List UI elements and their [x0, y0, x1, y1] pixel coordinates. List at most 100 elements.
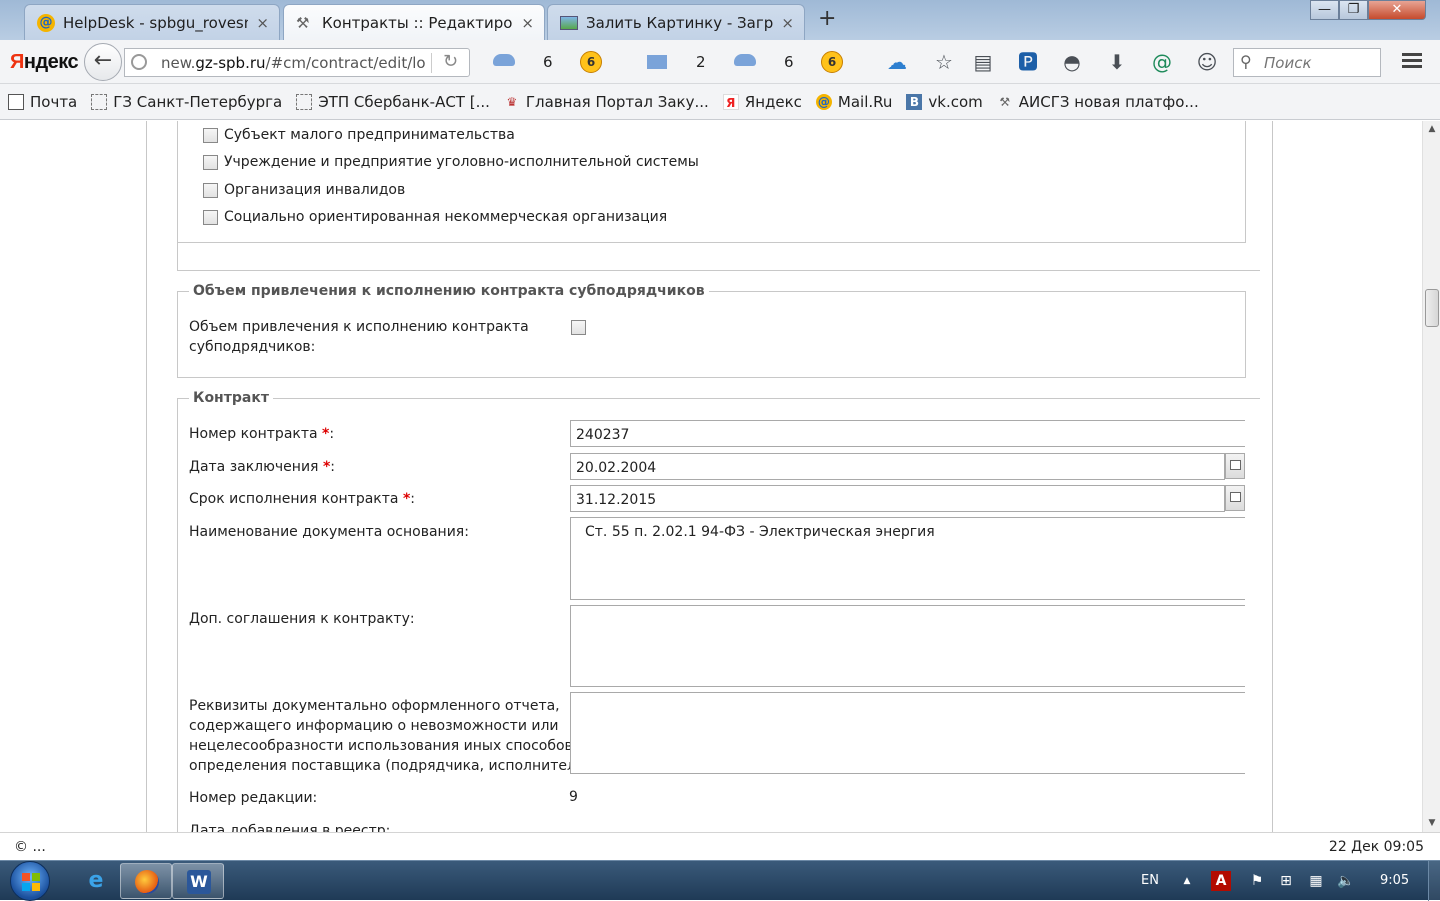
mailru-agent-icon[interactable]: @ [1150, 50, 1174, 74]
envelope-icon [8, 93, 24, 110]
network-icon[interactable]: ▦ [1306, 871, 1326, 891]
yandex-logo[interactable]: Яндекс [10, 51, 79, 74]
back-button[interactable]: ← [84, 43, 122, 81]
reload-icon[interactable]: ↻ [443, 51, 458, 72]
tab-close-icon[interactable]: × [781, 14, 794, 32]
star-icon[interactable]: ☆ [932, 50, 956, 74]
contract-number-input[interactable]: 240237 [570, 420, 1245, 447]
navigation-toolbar: Яндекс ← new.gz-spb.ru/#cm/contract/edit… [0, 40, 1440, 84]
tab-label: Залить Картинку - Загруз... [586, 13, 774, 32]
acrobat-icon[interactable]: A [1211, 871, 1231, 891]
report-details-label: Реквизиты документально оформленного отч… [189, 698, 595, 774]
contract-legend: Контракт [189, 390, 273, 406]
windows-taskbar: e W EN ▲ A ⚑ ⊞ ▦ 🔈 9:05 [0, 860, 1440, 901]
execution-term-label: Срок исполнения контракта *: [189, 491, 415, 507]
tab-label: Контракты :: Редактирова... [322, 13, 513, 32]
bookmark-vk[interactable]: Bvk.com [906, 92, 983, 111]
maximize-button[interactable]: ❐ [1339, 0, 1368, 20]
hamburger-menu-icon[interactable] [1400, 50, 1424, 74]
smiley-icon[interactable]: ☺ [1195, 50, 1219, 74]
start-button[interactable] [10, 861, 50, 901]
registry-date-label: Дата добавления в реестр: [189, 823, 391, 832]
basis-document-label: Наименование документа основания: [189, 524, 469, 540]
tab-contracts[interactable]: ⚒ Контракты :: Редактирова... × [283, 4, 545, 40]
p-extension-icon[interactable]: 🅿 [1016, 50, 1040, 74]
tab-strip: @ HelpDesk - spbgu_rovesnik... × ⚒ Контр… [0, 0, 1440, 40]
bookmark-aisgz[interactable]: ⚒ АИСГЗ новая платфо... [997, 93, 1198, 111]
vertical-scrollbar[interactable]: ▲ ▼ [1422, 121, 1440, 832]
tab-upload-image[interactable]: Залить Картинку - Загруз... × [547, 4, 805, 40]
taskbar-word[interactable]: W [172, 863, 224, 899]
bookmark-mailru[interactable]: @ Mail.Ru [815, 93, 892, 111]
image-icon [560, 15, 578, 30]
execution-term-input[interactable]: 31.12.2015 [570, 485, 1225, 512]
tab-label: HelpDesk - spbgu_rovesnik... [63, 13, 248, 32]
bookmark-label: vk.com [928, 92, 983, 111]
bookmark-gz-spb[interactable]: ГЗ Санкт-Петербурга [91, 93, 282, 111]
weather-icon[interactable]: ☁ [885, 50, 909, 74]
bookmark-yandex[interactable]: Я Яндекс [722, 92, 802, 111]
bookmark-label: ГЗ Санкт-Петербурга [113, 92, 283, 111]
addendum-label: Доп. соглашения к контракту: [189, 611, 415, 627]
taskbar-ie[interactable]: e [70, 863, 122, 899]
addendum-textarea[interactable] [570, 605, 1245, 687]
windows-flag-icon[interactable]: ⊞ [1276, 871, 1296, 891]
tray-expand-icon[interactable]: ▲ [1177, 871, 1197, 891]
search-box[interactable]: ⚲ [1233, 48, 1381, 77]
scroll-down-icon[interactable]: ▼ [1423, 815, 1440, 831]
calendar-icon[interactable] [1225, 485, 1245, 511]
volume-icon[interactable]: 🔈 [1336, 871, 1356, 891]
page-icon [296, 93, 313, 110]
cloud-icon[interactable] [493, 54, 515, 66]
yandex-icon: Я [722, 93, 739, 110]
vk-icon: B [906, 93, 923, 110]
conclusion-date-input[interactable]: 20.02.2004 [570, 453, 1225, 480]
contract-number-label: Номер контракта *: [189, 426, 335, 442]
globe-icon [131, 54, 147, 70]
report-details-textarea[interactable] [570, 692, 1245, 774]
close-window-button[interactable]: ✕ [1368, 0, 1426, 20]
bookmark-sberbank-ast[interactable]: ЭТП Сбербанк-АСТ [... [296, 93, 490, 111]
tab-helpdesk[interactable]: @ HelpDesk - spbgu_rovesnik... × [24, 4, 280, 40]
mail-icon[interactable] [647, 55, 667, 69]
cloud-count: 6 [784, 53, 794, 71]
cloud-icon[interactable] [734, 54, 756, 66]
search-input[interactable] [1262, 53, 1372, 73]
mailru-icon: @ [37, 13, 55, 32]
subcontract-label: Объем привлечения к исполнению контракта… [189, 319, 529, 355]
back-arrow-icon: ← [93, 48, 113, 73]
pocket-icon[interactable]: ◓ [1060, 50, 1084, 74]
address-bar[interactable]: new.gz-spb.ru/#cm/contract/edit/lo ↻ [124, 48, 470, 77]
action-center-icon[interactable]: ⚑ [1247, 871, 1267, 891]
calendar-icon[interactable] [1225, 453, 1245, 479]
url-text: new.gz-spb.ru/#cm/contract/edit/lo [161, 54, 426, 72]
show-desktop-button[interactable] [1428, 861, 1440, 901]
reading-list-icon[interactable]: ▤ [971, 50, 995, 74]
coin-icon[interactable]: 6 [580, 51, 602, 73]
outer-fieldset [177, 121, 1260, 271]
download-icon[interactable]: ⬇ [1105, 50, 1129, 74]
bookmarks-bar: Почта ГЗ Санкт-Петербурга ЭТП Сбербанк-А… [0, 84, 1440, 120]
word-icon: W [187, 870, 211, 894]
minimize-button[interactable]: — [1310, 0, 1339, 20]
window-controls: — ❐ ✕ [1310, 0, 1426, 22]
scrollbar-thumb[interactable] [1425, 289, 1439, 327]
language-indicator[interactable]: EN [1141, 873, 1159, 888]
contract-edit-form: Субъект малого предпринимательства Учреж… [146, 121, 1273, 832]
scroll-up-icon[interactable]: ▲ [1423, 121, 1440, 137]
subcontract-legend: Объем привлечения к исполнению контракта… [189, 283, 709, 299]
new-tab-button[interactable]: + [818, 6, 836, 31]
basis-document-textarea[interactable]: Ст. 55 п. 2.02.1 94-ФЗ - Электрическая э… [570, 517, 1245, 600]
clock[interactable]: 9:05 [1380, 873, 1409, 888]
status-datetime: 22 Дек 09:05 [1328, 839, 1424, 855]
bookmark-zakupki[interactable]: ♛ Главная Портал Заку... [504, 93, 709, 111]
bookmark-label: Яндекс [744, 92, 802, 111]
taskbar-firefox[interactable] [120, 863, 172, 899]
bookmark-label: ЭТП Сбербанк-АСТ [... [318, 92, 490, 111]
tab-close-icon[interactable]: × [256, 14, 269, 32]
conclusion-date-label: Дата заключения *: [189, 459, 335, 475]
checkbox-subcontract[interactable] [571, 320, 586, 335]
tab-close-icon[interactable]: × [521, 14, 534, 32]
coin-icon[interactable]: 6 [821, 51, 843, 73]
bookmark-pochta[interactable]: Почта [8, 93, 77, 111]
